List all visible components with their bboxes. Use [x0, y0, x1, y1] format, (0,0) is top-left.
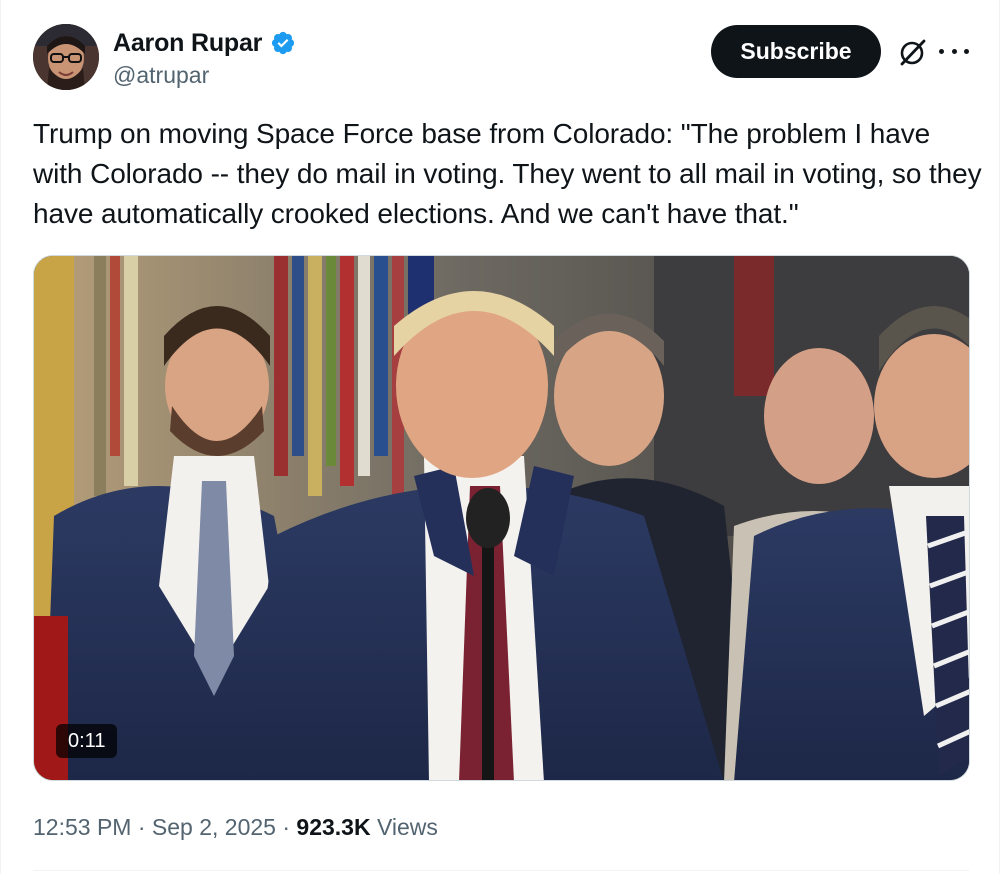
- author-name-row: Aaron Rupar: [113, 28, 296, 58]
- tweet-time[interactable]: 12:53 PM: [33, 814, 131, 840]
- video-thumbnail: [34, 256, 969, 780]
- author-display-name[interactable]: Aaron Rupar: [113, 28, 262, 58]
- more-dot: [951, 48, 957, 54]
- tweet-date[interactable]: Sep 2, 2025: [152, 814, 276, 840]
- more-dot: [964, 48, 969, 54]
- views-count: 923.3K: [296, 814, 371, 840]
- meta-separator: ·: [137, 814, 146, 840]
- tweet-text: Trump on moving Space Force base from Co…: [33, 118, 982, 229]
- meta-separator: ·: [282, 814, 291, 840]
- verified-badge-icon[interactable]: [270, 30, 296, 56]
- tweet-header: Aaron Rupar @atrupar Subscribe: [33, 24, 969, 94]
- more-dot: [939, 48, 944, 54]
- more-horizontal-icon[interactable]: [939, 38, 969, 64]
- author-info: Aaron Rupar @atrupar: [113, 28, 296, 90]
- author-handle[interactable]: @atrupar: [113, 60, 296, 90]
- video-duration-badge: 0:11: [56, 724, 118, 758]
- subscribe-button[interactable]: Subscribe: [711, 25, 881, 78]
- video-player[interactable]: 0:11: [33, 255, 970, 781]
- tweet-meta: 12:53 PM · Sep 2, 2025 · 923.3K Views: [33, 812, 438, 842]
- avatar[interactable]: [33, 24, 99, 90]
- avatar-image: [33, 24, 99, 90]
- grok-icon[interactable]: [897, 36, 929, 68]
- tweet-card: Aaron Rupar @atrupar Subscribe Trump on …: [0, 0, 1000, 874]
- views-label: Views: [376, 814, 438, 840]
- divider: [33, 870, 969, 871]
